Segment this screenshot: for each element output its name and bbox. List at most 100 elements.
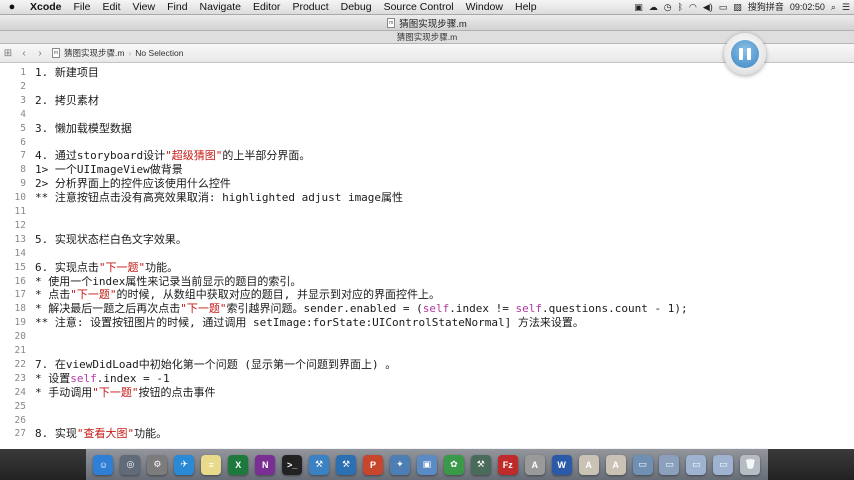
code-line[interactable]: 18 * 解决最后一题之后再次点击"下一题"索引越界问题。sender.enabl… <box>0 302 768 316</box>
bluetooth-icon[interactable]: ᛒ <box>678 0 683 15</box>
battery-icon[interactable]: ▭ <box>719 0 728 15</box>
time-machine-icon[interactable]: ◷ <box>664 0 672 15</box>
code-line[interactable]: 27 8. 实现"查看大图"功能。 <box>0 427 768 441</box>
code-text: ** 注意按钮点击没有高亮效果取消: highlighted adjust im… <box>35 191 403 205</box>
acrobat-icon[interactable]: A <box>578 454 599 475</box>
code-text: * 手动调用"下一题"按钮的点击事件 <box>35 386 216 400</box>
preview-2-icon[interactable]: A <box>605 454 626 475</box>
jumpbar-selection[interactable]: No Selection <box>135 48 183 58</box>
wifi-icon[interactable]: ◠ <box>689 0 697 15</box>
code-line[interactable]: 20 <box>0 330 768 344</box>
tab-title[interactable]: 猜图实现步骤.m <box>397 31 457 43</box>
jumpbar-file[interactable]: 猜图实现步骤.m <box>60 47 124 59</box>
code-line[interactable]: 19 ** 注意: 设置按钮图片的时候, 通过调用 setImage:forSta… <box>0 316 768 330</box>
back-icon[interactable]: ‹ <box>16 48 32 59</box>
documents-icon[interactable]: ▭ <box>659 454 680 475</box>
menu-xcode[interactable]: Xcode <box>24 0 68 15</box>
code-line[interactable]: 11 <box>0 205 768 219</box>
system-preferences-icon[interactable]: ⚙ <box>147 454 168 475</box>
code-line[interactable]: 15 6. 实现点击"下一题"功能。 <box>0 261 768 275</box>
spotlight-icon[interactable]: ⌕ <box>831 0 836 15</box>
instruments-icon[interactable]: ✦ <box>389 454 410 475</box>
code-text: 1> 一个UIImageView做背景 <box>35 163 183 177</box>
menu-find[interactable]: Find <box>161 0 193 15</box>
string-token: "下一题" <box>180 302 227 316</box>
menu-editor[interactable]: Editor <box>247 0 286 15</box>
trash-icon[interactable]: 🗑 <box>740 454 761 475</box>
line-number: 2 <box>20 80 26 92</box>
powerpoint-icon[interactable]: P <box>363 454 383 475</box>
menu-source-control[interactable]: Source Control <box>378 0 460 15</box>
preview-icon[interactable]: ▣ <box>416 454 437 475</box>
line-number: 6 <box>20 136 26 148</box>
app-store-icon[interactable]: A <box>524 454 545 475</box>
code-line[interactable]: 23 * 设置self.index = -1 <box>0 372 768 386</box>
forward-icon[interactable]: › <box>32 48 48 59</box>
related-items-icon[interactable]: ⊞ <box>0 48 16 59</box>
text-token: 5. 实现状态栏白色文字效果。 <box>35 232 187 246</box>
code-text: 3. 懒加载模型数据 <box>35 122 132 136</box>
pause-button[interactable] <box>724 33 766 75</box>
volume-icon[interactable]: ◀) <box>703 0 713 15</box>
code-line[interactable]: 4 <box>0 108 768 122</box>
code-line[interactable]: 10 ** 注意按钮点击没有高亮效果取消: highlighted adjust … <box>0 191 768 205</box>
code-line[interactable]: 8 1> 一个UIImageView做背景 <box>0 163 768 177</box>
menu-help[interactable]: Help <box>509 0 543 15</box>
launchpad-icon[interactable]: ◎ <box>120 454 141 475</box>
apple-menu-icon[interactable]: ● <box>0 1 24 13</box>
code-line[interactable]: 6 <box>0 136 768 150</box>
menu-edit[interactable]: Edit <box>96 0 126 15</box>
code-editor[interactable]: 1 1. 新建项目 2 3 2. 拷贝素材 4 5 3. 懒加载模型数据 6 7 4. 通过stor… <box>0 63 768 449</box>
code-line[interactable]: 12 <box>0 219 768 233</box>
text-token: .index = -1 <box>96 371 170 385</box>
code-line[interactable]: 24 * 手动调用"下一题"按钮的点击事件 <box>0 386 768 400</box>
cloud-icon[interactable]: ☁ <box>649 0 658 15</box>
terminal-icon[interactable]: >_ <box>282 454 303 475</box>
excel-icon[interactable]: X <box>228 454 249 475</box>
finder-icon[interactable]: ☺ <box>93 454 114 475</box>
text-token: 功能。 <box>134 427 168 441</box>
code-line[interactable]: 5 3. 懒加载模型数据 <box>0 122 768 136</box>
code-line[interactable]: 22 7. 在viewDidLoad中初始化第一个问题 (显示第一个问题到界面上)… <box>0 358 768 372</box>
code-line[interactable]: 16 * 使用一个index属性来记录当前显示的题目的索引。 <box>0 275 768 289</box>
menu-debug[interactable]: Debug <box>335 0 378 15</box>
code-line[interactable]: 1 1. 新建项目 <box>0 66 768 80</box>
input-method-icon[interactable]: ▨ <box>733 0 742 15</box>
xcode-icon[interactable]: ⚒ <box>309 454 330 475</box>
folder-icon[interactable]: ▭ <box>686 454 707 475</box>
code-line[interactable]: 17 * 点击"下一题"的时候, 从数组中获取对应的题目, 并显示到对应的界面控件… <box>0 288 768 302</box>
folder-2-icon[interactable]: ▭ <box>713 454 734 475</box>
clock[interactable]: 09:02:50 <box>790 0 825 15</box>
tools-icon[interactable]: ⚒ <box>470 454 491 475</box>
line-number: 9 <box>20 178 26 190</box>
text-token: * 设置 <box>35 371 71 385</box>
line-number: 21 <box>14 345 26 356</box>
input-method-label[interactable]: 搜狗拼音 <box>748 0 784 15</box>
code-line[interactable]: 7 4. 通过storyboard设计"超级猜图"的上半部分界面。 <box>0 149 768 163</box>
code-line[interactable]: 13 5. 实现状态栏白色文字效果。 <box>0 233 768 247</box>
camera-icon[interactable]: ▣ <box>634 0 643 15</box>
code-line[interactable]: 21 <box>0 344 768 358</box>
code-line[interactable]: 26 <box>0 414 768 428</box>
menu-product[interactable]: Product <box>286 0 334 15</box>
onenote-icon[interactable]: N <box>255 454 276 475</box>
code-line[interactable]: 3 2. 拷贝素材 <box>0 94 768 108</box>
notes-icon[interactable]: ≡ <box>201 454 222 475</box>
safari-icon[interactable]: ✈ <box>174 454 195 475</box>
menu-navigate[interactable]: Navigate <box>194 0 247 15</box>
code-line[interactable]: 14 <box>0 247 768 261</box>
code-line[interactable]: 25 <box>0 400 768 414</box>
notification-center-icon[interactable]: ☰ <box>842 0 850 15</box>
text-token: 1> 一个UIImageView做背景 <box>35 163 183 177</box>
menu-file[interactable]: File <box>68 0 97 15</box>
downloads-icon[interactable]: ▭ <box>632 454 653 475</box>
code-line[interactable]: 2 <box>0 80 768 94</box>
word-icon[interactable]: W <box>551 454 572 475</box>
menu-window[interactable]: Window <box>460 0 509 15</box>
filezilla-icon[interactable]: Fz <box>497 454 518 475</box>
code-line[interactable]: 9 2> 分析界面上的控件应该使用什么控件 <box>0 177 768 191</box>
photos-icon[interactable]: ✿ <box>443 454 464 475</box>
menu-view[interactable]: View <box>127 0 162 15</box>
line-number: 12 <box>14 219 26 231</box>
xcode-2-icon[interactable]: ⚒ <box>336 454 357 475</box>
